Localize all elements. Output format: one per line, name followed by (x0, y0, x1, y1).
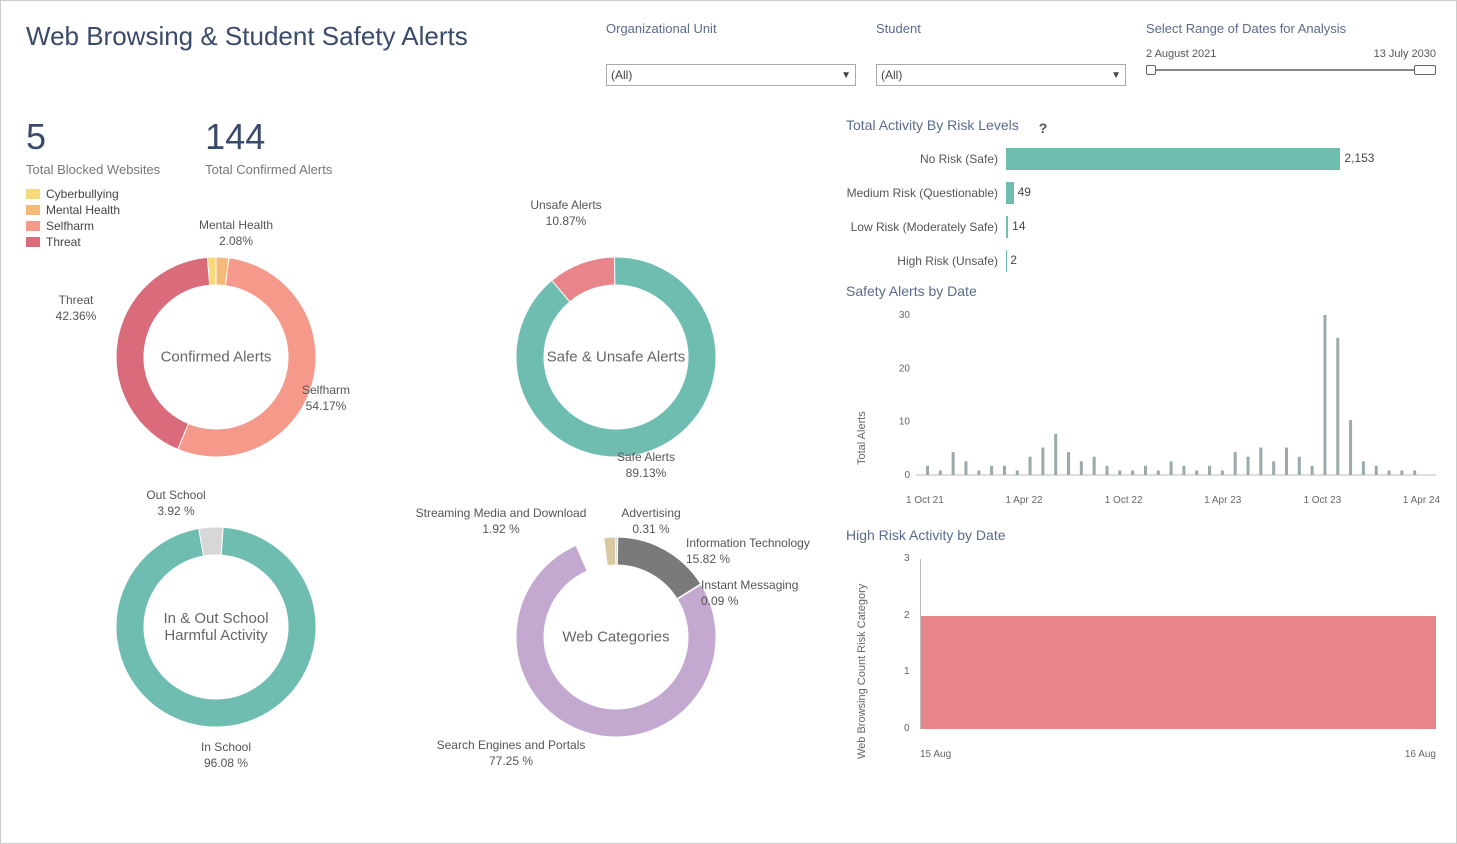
student-value: (All) (881, 68, 902, 82)
slider-handle-left[interactable] (1146, 65, 1156, 75)
legend-item: Selfharm (26, 219, 120, 233)
x-tick: 1 Oct 23 (1303, 495, 1341, 506)
date-range-filter: Select Range of Dates for Analysis 2 Aug… (1146, 21, 1436, 76)
kpi-blocked-label: Total Blocked Websites (26, 162, 160, 177)
risk-bar-track: 2 (1006, 250, 1446, 272)
high-risk-ylabel: Web Browsing Count Risk Category (856, 584, 868, 759)
svg-text:30: 30 (899, 310, 911, 321)
high-risk-bar (921, 616, 1436, 729)
risk-bar-value: 2,153 (1344, 151, 1374, 165)
kpi-blocked-value: 5 (26, 116, 160, 158)
risk-bars-title: Total Activity By Risk Levels (846, 117, 1019, 133)
donut-center-label: Web Categories (541, 629, 691, 646)
risk-bar-row: No Risk (Safe) 2,153 (846, 147, 1446, 171)
safety-svg: 0 10 20 30 (886, 305, 1446, 495)
donut-center-label: In & Out School Harmful Activity (141, 610, 291, 644)
risk-bar-track: 49 (1006, 182, 1446, 204)
slice-label-search: Search Engines and Portals 77.25 % (411, 737, 611, 769)
swatch-icon (26, 205, 40, 215)
chart-confirmed-alerts: Cyberbullying Mental Health Selfharm Thr… (26, 187, 426, 487)
risk-bar-row: High Risk (Unsafe) 2 (846, 249, 1446, 273)
swatch-icon (26, 237, 40, 247)
chart-web-categories: Web Categories Streaming Media and Downl… (426, 487, 826, 787)
chevron-down-icon: ▼ (841, 70, 851, 81)
kpi-alerts-value: 144 (205, 116, 332, 158)
svg-text:0: 0 (904, 470, 910, 481)
safety-by-date-title: Safety Alerts by Date (846, 283, 1446, 299)
risk-bar-label: Low Risk (Moderately Safe) (846, 220, 1006, 234)
org-unit-value: (All) (611, 68, 632, 82)
slice-label-im: Instant Messaging 0.09 % (701, 577, 841, 609)
x-tick: 16 Aug (1405, 749, 1436, 760)
donut-center-label: Confirmed Alerts (141, 349, 291, 366)
slice-label-out-school: Out School 3.92 % (126, 487, 226, 519)
high-risk-title: High Risk Activity by Date (846, 527, 1446, 543)
risk-bar-fill (1006, 216, 1008, 238)
risk-bar-value: 49 (1018, 185, 1031, 199)
chevron-down-icon: ▼ (1111, 70, 1121, 81)
legend-label: Cyberbullying (46, 187, 119, 201)
risk-bar-row: Medium Risk (Questionable) 49 (846, 181, 1446, 205)
slice-label-it: Information Technology 15.82 % (686, 535, 846, 567)
legend-label: Mental Health (46, 203, 120, 217)
date-end: 13 July 2030 (1374, 48, 1436, 60)
slice-label-unsafe: Unsafe Alerts 10.87% (516, 197, 616, 229)
risk-bar-value: 14 (1012, 219, 1025, 233)
slider-handle-right[interactable] (1414, 65, 1436, 75)
slice-label-stream: Streaming Media and Download 1.92 % (391, 505, 611, 537)
student-select[interactable]: (All) ▼ (876, 64, 1126, 86)
date-start: 2 August 2021 (1146, 48, 1216, 60)
risk-bar-row: Low Risk (Moderately Safe) 14 (846, 215, 1446, 239)
risk-bar-label: Medium Risk (Questionable) (846, 186, 1006, 200)
legend-label: Threat (46, 235, 81, 249)
kpi-alerts-label: Total Confirmed Alerts (205, 162, 332, 177)
safety-by-date-chart[interactable]: 0 10 20 30 (886, 305, 1446, 495)
x-tick: 1 Oct 22 (1105, 495, 1143, 506)
risk-bar-fill (1006, 148, 1340, 170)
student-filter: Student (All) ▼ (876, 21, 1126, 86)
chart-in-out-school: In & Out School Harmful Activity Out Sch… (26, 487, 426, 787)
x-tick: 1 Apr 24 (1403, 495, 1440, 506)
slice-label-threat: Threat 42.36% (36, 292, 116, 324)
confirmed-legend: Cyberbullying Mental Health Selfharm Thr… (26, 187, 120, 251)
x-tick: 1 Apr 23 (1204, 495, 1241, 506)
x-tick: 1 Apr 22 (1005, 495, 1042, 506)
org-unit-filter: Organizational Unit (All) ▼ (606, 21, 856, 86)
slider-track (1150, 69, 1432, 71)
donut-center-label: Safe & Unsafe Alerts (541, 349, 691, 366)
page-title: Web Browsing & Student Safety Alerts (26, 21, 586, 52)
risk-bar-fill (1006, 182, 1014, 204)
legend-label: Selfharm (46, 219, 94, 233)
slice-label-in-school: In School 96.08 % (176, 739, 276, 771)
high-risk-chart[interactable]: 0123 15 Aug16 Aug (900, 549, 1446, 749)
risk-bar-track: 2,153 (1006, 148, 1446, 170)
risk-bars-chart[interactable]: No Risk (Safe) 2,153 Medium Risk (Question… (846, 147, 1446, 273)
slice-label-selfharm: Selfharm 54.17% (286, 382, 366, 414)
org-unit-select[interactable]: (All) ▼ (606, 64, 856, 86)
org-unit-label: Organizational Unit (606, 21, 856, 36)
student-label: Student (876, 21, 1126, 36)
date-range-slider[interactable] (1146, 64, 1436, 76)
slice-label-safe: Safe Alerts 89.13% (596, 449, 696, 481)
safety-ylabel: Total Alerts (856, 411, 868, 465)
risk-bar-label: No Risk (Safe) (846, 152, 1006, 166)
x-tick: 1 Oct 21 (906, 495, 944, 506)
risk-bar-value: 2 (1010, 253, 1017, 267)
chart-safe-unsafe: Safe & Unsafe Alerts Unsafe Alerts 10.87… (426, 187, 826, 487)
help-icon[interactable]: ? (1039, 120, 1048, 136)
slice-label-adv: Advertising 0.31 % (606, 505, 696, 537)
swatch-icon (26, 189, 40, 199)
x-tick: 15 Aug (920, 749, 951, 760)
legend-item: Cyberbullying (26, 187, 120, 201)
slice-label-mental: Mental Health 2.08% (186, 217, 286, 249)
kpi-blocked: 5 Total Blocked Websites (26, 116, 160, 177)
date-range-label: Select Range of Dates for Analysis (1146, 21, 1436, 36)
kpi-alerts: 144 Total Confirmed Alerts (205, 116, 332, 177)
svg-text:10: 10 (899, 417, 911, 428)
legend-item: Mental Health (26, 203, 120, 217)
risk-bar-label: High Risk (Unsafe) (846, 254, 1006, 268)
risk-bar-track: 14 (1006, 216, 1446, 238)
svg-text:20: 20 (899, 363, 911, 374)
swatch-icon (26, 221, 40, 231)
